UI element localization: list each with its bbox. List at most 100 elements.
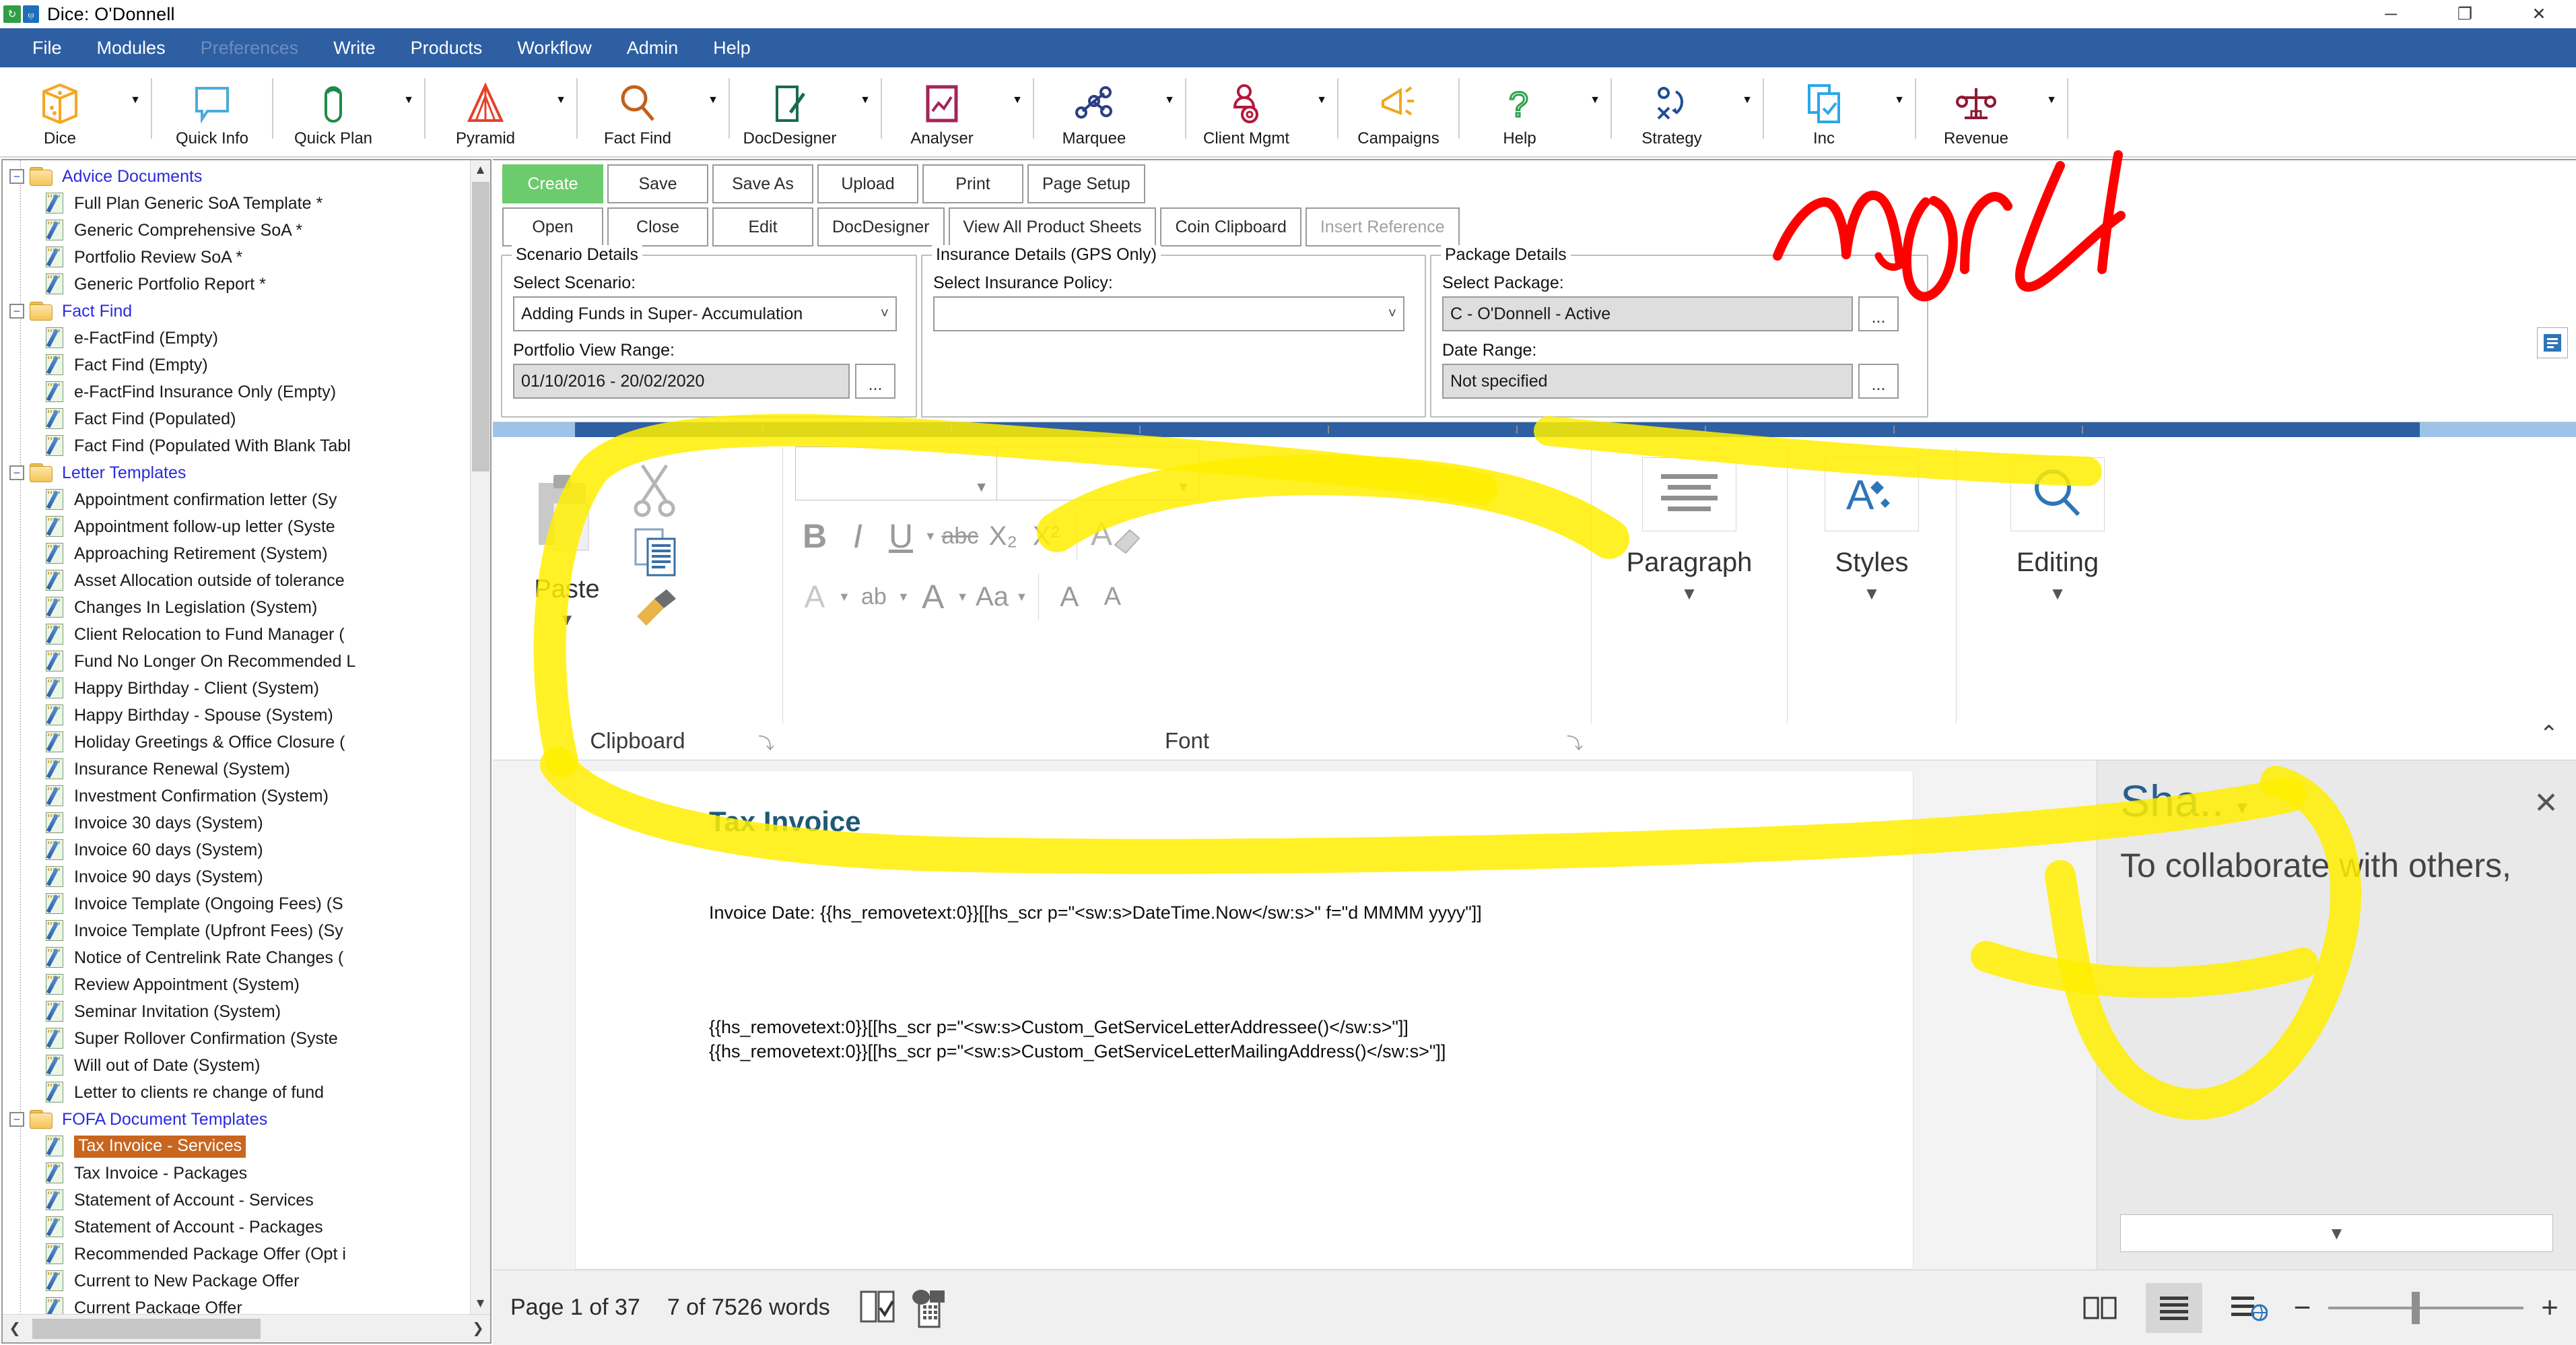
change-case-button[interactable]: Aa bbox=[972, 572, 1011, 622]
tree-item[interactable]: Fund No Longer On Recommended L bbox=[7, 648, 470, 675]
copy-button[interactable] bbox=[628, 525, 684, 583]
tree-item[interactable]: Client Relocation to Fund Manager ( bbox=[7, 621, 470, 648]
open-button[interactable]: Open bbox=[502, 207, 603, 247]
print-layout-icon[interactable] bbox=[2146, 1283, 2202, 1333]
tree-item[interactable]: Current to New Package Offer bbox=[7, 1268, 470, 1294]
scroll-up-icon[interactable]: ▲ bbox=[471, 160, 491, 181]
tree-item[interactable]: Tax Invoice - Services bbox=[7, 1133, 470, 1160]
menu-file[interactable]: File bbox=[15, 28, 79, 67]
scroll-thumb[interactable] bbox=[472, 182, 489, 471]
toolbar-quick-info[interactable]: Quick Info bbox=[152, 67, 272, 156]
grow-font-button[interactable]: A bbox=[1050, 572, 1089, 622]
tree-folder[interactable]: −Fact Find bbox=[7, 298, 470, 325]
font-name-input[interactable]: ▼ bbox=[795, 447, 997, 500]
tree-item[interactable]: Notice of Centrelink Rate Changes ( bbox=[7, 944, 470, 971]
paste-caret-icon[interactable]: ▼ bbox=[559, 611, 575, 630]
tree-item[interactable]: Invoice 60 days (System) bbox=[7, 836, 470, 863]
create-button[interactable]: Create bbox=[502, 164, 603, 203]
tree-folder[interactable]: −Letter Templates bbox=[7, 459, 470, 486]
tree-item[interactable]: Fact Find (Populated With Blank Tabl bbox=[7, 432, 470, 459]
tree-item[interactable]: Appointment follow-up letter (Syste bbox=[7, 513, 470, 540]
menu-workflow[interactable]: Workflow bbox=[500, 28, 609, 67]
share-close-icon[interactable]: ✕ bbox=[2534, 786, 2558, 820]
toolbar-inc-caret-icon[interactable]: ▼ bbox=[1884, 67, 1915, 156]
hscroll-track[interactable] bbox=[27, 1319, 466, 1339]
portfolio-range-browse-button[interactable]: ... bbox=[855, 364, 895, 399]
tree-item[interactable]: Recommended Package Offer (Opt i bbox=[7, 1241, 470, 1268]
clear-formatting-button[interactable]: A bbox=[1088, 511, 1142, 561]
font-size-input[interactable]: ▼ bbox=[997, 447, 1199, 500]
format-painter-button[interactable] bbox=[628, 587, 684, 634]
toolbar-campaigns[interactable]: Campaigns bbox=[1338, 67, 1458, 156]
share-pane-dropdown[interactable]: ▼ bbox=[2120, 1214, 2553, 1252]
clipboard-dialog-launcher-icon[interactable]: ⤵ bbox=[758, 730, 774, 754]
tree-item[interactable]: Insurance Renewal (System) bbox=[7, 756, 470, 783]
tree-item[interactable]: Review Appointment (System) bbox=[7, 971, 470, 998]
toolbar-docdesigner-caret-icon[interactable]: ▼ bbox=[850, 67, 881, 156]
tree-item[interactable]: Invoice 90 days (System) bbox=[7, 863, 470, 890]
tree-item[interactable]: Statement of Account - Services bbox=[7, 1187, 470, 1214]
edit-button[interactable]: Edit bbox=[712, 207, 813, 247]
toolbar-help-caret-icon[interactable]: ▼ bbox=[1580, 67, 1611, 156]
document-page[interactable]: Tax Invoice Invoice Date: {{hs_removetex… bbox=[575, 770, 1913, 1270]
tree-vertical-scrollbar[interactable]: ▲ ▼ bbox=[470, 160, 490, 1314]
toolbar-pyramid-caret-icon[interactable]: ▼ bbox=[545, 67, 576, 156]
subscript-button[interactable]: X₂ bbox=[984, 511, 1023, 561]
spelling-check-icon[interactable] bbox=[857, 1288, 897, 1328]
pane-toggle-icon[interactable] bbox=[2537, 327, 2568, 358]
toolbar-fact-find[interactable]: Fact Find bbox=[578, 67, 698, 156]
tree-item[interactable]: Holiday Greetings & Office Closure ( bbox=[7, 729, 470, 756]
tree-folder[interactable]: −Advice Documents bbox=[7, 163, 470, 190]
select-insurance-policy-dropdown[interactable]: ˅ bbox=[933, 296, 1404, 331]
toolbar-strategy-caret-icon[interactable]: ▼ bbox=[1732, 67, 1763, 156]
tree-item[interactable]: Invoice 30 days (System) bbox=[7, 810, 470, 836]
expand-collapse-icon[interactable]: − bbox=[7, 301, 27, 321]
toolbar-fact-find-caret-icon[interactable]: ▼ bbox=[698, 67, 728, 156]
toolbar-pyramid[interactable]: Pyramid bbox=[426, 67, 545, 156]
language-icon[interactable] bbox=[910, 1288, 950, 1328]
word-ruler[interactable] bbox=[493, 422, 2576, 438]
tree-horizontal-scrollbar[interactable]: ❮ ❯ bbox=[3, 1314, 490, 1342]
select-package-browse-button[interactable]: ... bbox=[1858, 296, 1899, 331]
web-layout-icon[interactable] bbox=[2220, 1283, 2276, 1333]
hscroll-thumb[interactable] bbox=[32, 1319, 261, 1339]
expand-collapse-icon[interactable]: − bbox=[7, 166, 27, 187]
toolbar-client-mgmt[interactable]: Client Mgmt bbox=[1186, 67, 1306, 156]
font-color-button[interactable]: A bbox=[914, 572, 953, 622]
zoom-slider-thumb[interactable] bbox=[2412, 1292, 2420, 1324]
font-color-caret-icon[interactable]: ▼ bbox=[957, 590, 969, 604]
text-highlight-button[interactable]: ab bbox=[854, 572, 893, 622]
tree-item[interactable]: Tax Invoice - Packages bbox=[7, 1160, 470, 1187]
bold-button[interactable]: B bbox=[795, 511, 834, 561]
toolbar-analyser-caret-icon[interactable]: ▼ bbox=[1002, 67, 1033, 156]
tree-item[interactable]: Generic Comprehensive SoA * bbox=[7, 217, 470, 244]
tree-item[interactable]: Full Plan Generic SoA Template * bbox=[7, 190, 470, 217]
cut-button[interactable] bbox=[628, 460, 684, 521]
toolbar-strategy[interactable]: Strategy bbox=[1612, 67, 1732, 156]
view-all-product-sheets-button[interactable]: View All Product Sheets bbox=[949, 207, 1157, 247]
zoom-out-button[interactable]: − bbox=[2294, 1291, 2311, 1325]
toolbar-help[interactable]: ? Help bbox=[1460, 67, 1580, 156]
styles-group[interactable]: A Styles ▼ bbox=[1788, 438, 1956, 760]
tree-item[interactable]: Generic Portfolio Report * bbox=[7, 271, 470, 298]
paragraph-group[interactable]: Paragraph ▼ bbox=[1592, 438, 1787, 760]
font-dialog-launcher-icon[interactable]: ⤵ bbox=[1567, 730, 1583, 754]
text-effects-caret-icon[interactable]: ▼ bbox=[838, 590, 850, 604]
tree-item[interactable]: Appointment confirmation letter (Sy bbox=[7, 486, 470, 513]
underline-caret-icon[interactable]: ▼ bbox=[924, 529, 937, 544]
coin-clipboard-button[interactable]: Coin Clipboard bbox=[1160, 207, 1301, 247]
scroll-left-icon[interactable]: ❮ bbox=[3, 1320, 27, 1337]
paragraph-caret-icon[interactable]: ▼ bbox=[1681, 583, 1698, 604]
tree-item[interactable]: Portfolio Review SoA * bbox=[7, 244, 470, 271]
editing-caret-icon[interactable]: ▼ bbox=[2049, 583, 2066, 604]
font-size-caret-icon[interactable]: ▼ bbox=[1176, 480, 1190, 496]
toolbar-client-mgmt-caret-icon[interactable]: ▼ bbox=[1306, 67, 1337, 156]
close-button[interactable]: ✕ bbox=[2502, 0, 2576, 28]
tree-item[interactable]: Current Package Offer bbox=[7, 1294, 470, 1314]
toolbar-revenue[interactable]: Revenue bbox=[1916, 67, 2036, 156]
tree-item[interactable]: Seminar Invitation (System) bbox=[7, 998, 470, 1025]
tree-item[interactable]: Happy Birthday - Client (System) bbox=[7, 675, 470, 702]
tree-item[interactable]: Fact Find (Empty) bbox=[7, 352, 470, 379]
expand-collapse-icon[interactable]: − bbox=[7, 463, 27, 483]
menu-modules[interactable]: Modules bbox=[79, 28, 183, 67]
